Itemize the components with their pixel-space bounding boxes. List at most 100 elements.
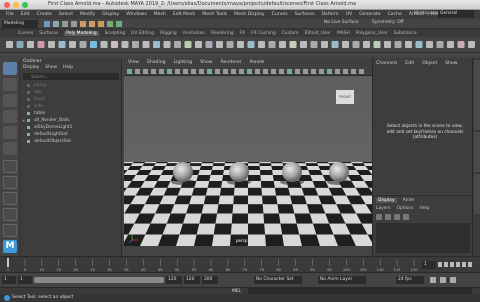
layer-list[interactable] <box>376 223 470 253</box>
shelf-tab-animation[interactable]: Animation <box>183 31 205 36</box>
viewport-toolbar-icon[interactable] <box>167 69 172 74</box>
viewport-toolbar-icon[interactable] <box>255 69 260 74</box>
shelf-tool-icon[interactable] <box>258 41 265 48</box>
current-frame-field[interactable]: 1 <box>422 261 436 269</box>
attribute-editor-side-tab[interactable] <box>474 132 480 172</box>
shelf-tool-icon[interactable] <box>289 41 297 48</box>
ipr-render-icon[interactable] <box>116 21 122 27</box>
viewport-toolbar-icon[interactable] <box>199 69 204 74</box>
shelf-tab-substance[interactable]: Substance <box>394 31 417 36</box>
anim-layer-selector[interactable]: No Anim Layer <box>318 276 366 284</box>
folder-icon[interactable] <box>44 21 50 27</box>
menu-surfaces[interactable]: Surfaces <box>295 12 315 17</box>
viewport-toolbar-icon[interactable] <box>343 69 348 74</box>
shelf-tool-icon[interactable] <box>69 41 76 48</box>
shelf-tool-icon[interactable] <box>394 41 402 48</box>
shelf-tool-icon[interactable] <box>90 41 97 48</box>
viewport-toolbar-icon[interactable] <box>263 69 268 74</box>
playback-end-field[interactable]: 200 <box>202 276 218 284</box>
auto-key-icon[interactable] <box>440 277 446 283</box>
single-layout-icon[interactable] <box>3 160 17 173</box>
menu-display[interactable]: Display <box>102 12 119 17</box>
menu-windows[interactable]: Windows <box>126 12 147 17</box>
viewport-menu-show[interactable]: Show <box>200 60 212 65</box>
expand-icon[interactable]: + <box>22 117 25 124</box>
shelf-tab-fx[interactable]: FX <box>240 31 246 36</box>
save-icon[interactable] <box>53 21 59 27</box>
shelf-tool-icon[interactable] <box>237 41 244 48</box>
fps-selector[interactable]: 24 fps <box>396 276 424 284</box>
outliner-menu-display[interactable]: Display <box>23 65 39 70</box>
lasso-tool-icon[interactable] <box>3 78 17 91</box>
live-surface-label[interactable]: No Live Surface <box>324 20 358 25</box>
viewport-toolbar-icon[interactable] <box>295 69 300 74</box>
menu-edit-mesh[interactable]: Edit Mesh <box>173 12 195 17</box>
shelf-tool-icon[interactable] <box>405 41 412 48</box>
viewport-menu-lighting[interactable]: Lighting <box>174 60 193 65</box>
outliner-item[interactable]: persp <box>20 82 122 89</box>
symmetry-label[interactable]: Symmetry: Off <box>372 20 404 25</box>
viewport-toolbar-icon[interactable] <box>335 69 340 74</box>
layer-tab-anim[interactable]: Anim <box>403 198 415 203</box>
channel-box-menu-object[interactable]: Object <box>422 61 437 66</box>
redo-icon[interactable] <box>71 21 77 27</box>
viewport-toolbar-icon[interactable] <box>287 69 292 74</box>
shelf-tab-bifrost-user[interactable]: Bifrost_User <box>305 31 331 36</box>
character-set-selector[interactable]: No Character Set <box>254 276 302 284</box>
range-end-field[interactable]: 120 <box>184 276 200 284</box>
shelf-tool-icon[interactable] <box>247 41 255 48</box>
scale-tool-icon[interactable] <box>3 142 17 155</box>
range-slider-bar[interactable] <box>34 277 164 283</box>
play-backward-icon[interactable] <box>450 262 454 267</box>
viewport-toolbar-icon[interactable] <box>327 69 332 74</box>
close-window-button[interactable] <box>4 2 10 8</box>
viewport-toolbar-icon[interactable] <box>303 69 308 74</box>
viewport-toolbar-icon[interactable] <box>271 69 276 74</box>
viewport-toolbar-icon[interactable] <box>143 69 148 74</box>
viewport-toolbar-icon[interactable] <box>231 69 236 74</box>
viewport-toolbar-icon[interactable] <box>191 69 196 74</box>
viewport-toolbar-icon[interactable] <box>159 69 164 74</box>
range-inner-start-field[interactable]: 1 <box>18 276 32 284</box>
outliner-item[interactable]: defaultObjectSet <box>20 138 122 145</box>
range-inner-end-field[interactable]: 120 <box>166 276 182 284</box>
shelf-tool-icon[interactable] <box>384 41 391 48</box>
channel-box-menu-show[interactable]: Show <box>445 61 457 66</box>
step-forward-icon[interactable] <box>462 262 466 267</box>
shelf-tool-icon[interactable] <box>142 41 150 48</box>
select-tool-icon[interactable] <box>3 62 17 75</box>
shelf-tool-icon[interactable] <box>195 41 202 48</box>
render-ball[interactable] <box>229 162 249 182</box>
viewport-toolbar-icon[interactable] <box>215 69 220 74</box>
menu-create[interactable]: Create <box>37 12 52 17</box>
shelf-tool-icon[interactable] <box>373 41 381 48</box>
range-start-field[interactable]: 1 <box>2 276 16 284</box>
shelf-tool-icon[interactable] <box>174 41 181 48</box>
shelf-tool-icon[interactable] <box>300 41 307 48</box>
viewport-toolbar-icon[interactable] <box>223 69 228 74</box>
paint-select-icon[interactable] <box>3 94 17 107</box>
shelf-tool-icon[interactable] <box>268 41 276 48</box>
viewport-toolbar-icon[interactable] <box>175 69 180 74</box>
shelf-tool-icon[interactable] <box>415 41 423 48</box>
shelf-tool-icon[interactable] <box>79 41 87 48</box>
render-icon[interactable] <box>107 21 113 27</box>
shelf-tool-icon[interactable] <box>27 41 34 48</box>
shelf-tool-icon[interactable] <box>48 41 55 48</box>
outliner-search[interactable]: Search... <box>23 73 119 80</box>
viewport-toolbar-icon[interactable] <box>183 69 188 74</box>
shelf-tool-icon[interactable] <box>279 41 286 48</box>
outliner-layout-icon[interactable] <box>3 192 17 205</box>
minimize-window-button[interactable] <box>13 2 19 8</box>
shelf-tab-curves[interactable]: Curves <box>18 31 33 36</box>
shelf-tool-icon[interactable] <box>16 41 24 48</box>
menu-mesh[interactable]: Mesh <box>154 12 166 17</box>
viewport-toolbar-icon[interactable] <box>207 69 212 74</box>
shelf-tool-icon[interactable] <box>310 41 318 48</box>
render-ball[interactable] <box>329 162 349 182</box>
shelf-tool-icon[interactable] <box>100 41 108 48</box>
shelf-tab-surfaces[interactable]: Surfaces <box>39 31 58 36</box>
shelf-tab-fx-caching[interactable]: FX Caching <box>251 31 276 36</box>
shelf-tab-sculpting[interactable]: Sculpting <box>105 31 126 36</box>
outliner-item[interactable]: aiSkyDomeLight1 <box>20 124 122 131</box>
